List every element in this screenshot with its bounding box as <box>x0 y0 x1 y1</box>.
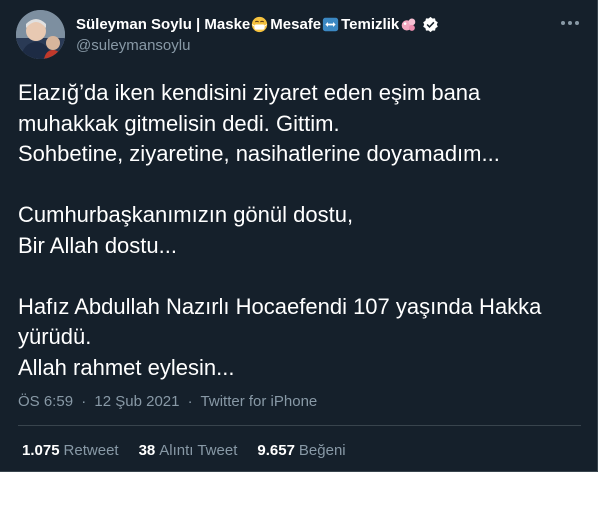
retweets-stat[interactable]: 1.075 Retweet <box>22 442 119 459</box>
more-options-icon[interactable] <box>557 14 583 32</box>
tweet-text-line: yürüdü. <box>18 324 92 349</box>
meta-separator: · <box>81 393 87 410</box>
quotes-count: 38 <box>138 442 156 459</box>
likes-stat[interactable]: 9.657 Beğeni <box>257 442 345 459</box>
stats-divider <box>18 425 581 426</box>
tweet-meta: ÖS 6:59 · 12 Şub 2021 · Twitter for iPho… <box>18 393 317 410</box>
tweet-time[interactable]: ÖS 6:59 <box>18 393 73 410</box>
tweet-text-line: Hafız Abdullah Nazırlı Hocaefendi 107 ya… <box>18 293 542 319</box>
tweet-text-line: Cumhurbaşkanımızın gönül dostu, <box>18 202 354 227</box>
tweet-text-line: Bir Allah dostu... <box>18 232 177 258</box>
tweet-text-line <box>18 170 578 201</box>
author-name-part1: Süleyman Soylu | Maske <box>76 16 251 33</box>
tweet-text: Elazığ’da iken kendisini ziyaret eden eş… <box>18 78 578 383</box>
retweets-count: 1.075 <box>22 442 60 459</box>
author-name-part2: Mesafe <box>270 16 322 33</box>
tweet-text-line: muhakkak gitmelisin dedi. Gittim. <box>18 110 340 136</box>
tweet-source[interactable]: Twitter for iPhone <box>201 393 318 410</box>
left-right-arrow-icon <box>322 17 339 32</box>
retweets-label: Retweet <box>63 442 119 459</box>
mask-face-icon <box>252 16 268 33</box>
verified-badge-icon <box>423 16 439 33</box>
likes-label: Beğeni <box>298 442 346 459</box>
tweet-text-line: Allah rahmet eylesin... <box>18 354 235 380</box>
tweet-text-line: Sohbetine, ziyaretine, nasihatlerine doy… <box>18 141 500 166</box>
soap-bubbles-icon <box>401 18 416 31</box>
author-name[interactable]: Süleyman Soylu | Maske Mesafe Temizlik <box>76 16 441 33</box>
tweet-stats: 1.075 Retweet 38 Alıntı Tweet 9.657 Beğeni <box>22 442 346 459</box>
quotes-label: Alıntı Tweet <box>159 442 238 459</box>
tweet-card: Süleyman Soylu | Maske Mesafe Temizlik @… <box>0 0 598 472</box>
quotes-stat[interactable]: 38 Alıntı Tweet <box>139 442 238 459</box>
tweet-text-line <box>18 261 578 292</box>
author-handle[interactable]: @suleymansoylu <box>76 37 190 54</box>
avatar[interactable] <box>16 10 65 59</box>
profile-photo-icon <box>16 10 65 59</box>
tweet-date[interactable]: 12 Şub 2021 <box>94 393 179 410</box>
author-name-part3: Temizlik <box>341 16 400 33</box>
likes-count: 9.657 <box>257 442 295 459</box>
tweet-text-line: Elazığ’da iken kendisini ziyaret eden eş… <box>18 80 481 105</box>
meta-separator: · <box>187 393 193 410</box>
